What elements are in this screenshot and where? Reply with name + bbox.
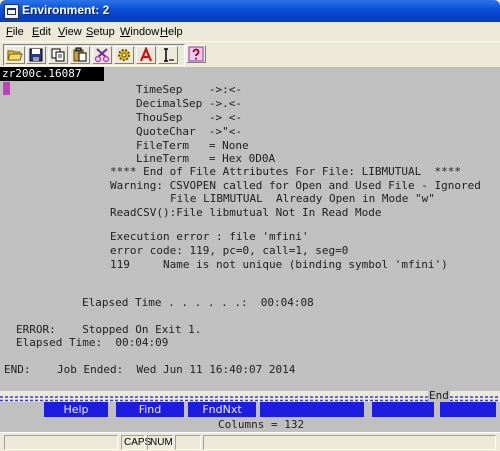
output-line: FileTerm = None: [136, 139, 249, 152]
output-line: TimeSep ->:<-: [136, 83, 242, 96]
output-line: Warning: CSVOPEN called for Open and Use…: [110, 179, 481, 192]
paste-icon: [73, 47, 87, 62]
toolbar: [0, 41, 500, 67]
open-folder-icon: [7, 50, 23, 61]
text-cursor-button[interactable]: [158, 46, 178, 64]
output-line: LineTerm = Hex 0D0A: [136, 152, 276, 165]
fkey-blank[interactable]: [260, 402, 364, 417]
save-disk-icon: [29, 48, 43, 62]
paste-button[interactable]: [70, 46, 90, 64]
output-line: ERROR: Stopped On Exit 1.: [16, 323, 202, 336]
status-message-pane: [4, 435, 118, 450]
output-line: ThouSep -> <-: [136, 111, 242, 124]
output-line: error code: 119, pc=0, call=1, seg=0: [110, 244, 349, 257]
help-question-icon: [188, 46, 204, 62]
menu-help[interactable]: Help: [160, 26, 183, 38]
columns-indicator: Columns = 132: [0, 417, 500, 432]
columns-text: Columns = 132: [218, 418, 305, 431]
terminal-emulator-window: Environment: 2 File Edit View Setup Wind…: [0, 0, 500, 451]
output-line: DecimalSep ->.<-: [136, 97, 242, 110]
output-line: ReadCSV():File libmutual Not In Read Mod…: [110, 206, 382, 219]
output-line: 119 Name is not unique (binding symbol '…: [110, 258, 448, 271]
help-button[interactable]: [186, 45, 206, 63]
window-title: Environment: 2: [22, 3, 110, 17]
session-id-label: zr200c.16087: [0, 67, 104, 81]
function-key-bar: Help Find FndNxt: [0, 402, 500, 417]
window-app-icon[interactable]: [4, 4, 19, 19]
fkey-blank[interactable]: [440, 402, 496, 417]
fkey-help[interactable]: Help: [44, 402, 108, 417]
menu-window[interactable]: Window: [120, 26, 159, 38]
output-line: Elapsed Time . . . . . .: 00:04:08: [82, 296, 314, 309]
menu-bar: File Edit View Setup Window Help: [0, 22, 500, 41]
cut-button[interactable]: [92, 46, 112, 64]
settings-button[interactable]: [114, 46, 134, 64]
toolbar-button-group: [3, 44, 185, 66]
status-bar: CAPS NUM: [0, 432, 500, 451]
gear-icon: [118, 49, 130, 61]
menu-view[interactable]: View: [58, 26, 82, 38]
menu-file[interactable]: File: [6, 26, 24, 38]
title-bar[interactable]: Environment: 2: [0, 0, 500, 22]
fkey-find-next[interactable]: FndNxt: [188, 402, 256, 417]
menu-setup[interactable]: Setup: [86, 26, 115, 38]
font-button[interactable]: [136, 46, 156, 64]
output-line: Execution error : file 'mfini': [110, 230, 309, 243]
caps-lock-indicator: CAPS: [121, 435, 151, 450]
terminal-screen[interactable]: zr200c.16087 TimeSep ->:<- DecimalSep ->…: [0, 67, 500, 391]
menu-edit[interactable]: Edit: [32, 26, 51, 38]
fkey-blank[interactable]: [372, 402, 434, 417]
num-lock-indicator: NUM: [147, 435, 173, 450]
status-pane: [175, 435, 201, 450]
output-line: END: Job Ended: Wed Jun 11 16:40:07 2014: [4, 363, 296, 376]
font-icon: [139, 47, 153, 62]
output-line: QuoteChar ->"<-: [136, 125, 242, 138]
output-line: Elapsed Time: 00:04:09: [16, 336, 169, 349]
save-button[interactable]: [26, 46, 46, 64]
end-marker: End: [428, 389, 450, 402]
cut-scissors-icon: [94, 48, 110, 63]
open-folder-button[interactable]: [5, 46, 25, 64]
output-line: File LIBMUTUAL Already Open in Mode "w": [170, 192, 435, 205]
terminal-cursor: [3, 82, 10, 95]
output-line: **** End of File Attributes For File: LI…: [110, 165, 461, 178]
text-cursor-icon: [164, 48, 174, 62]
copy-button[interactable]: [48, 46, 68, 64]
copy-icon: [51, 48, 65, 62]
status-pane-wide: [203, 435, 496, 450]
fkey-find[interactable]: Find: [116, 402, 184, 417]
